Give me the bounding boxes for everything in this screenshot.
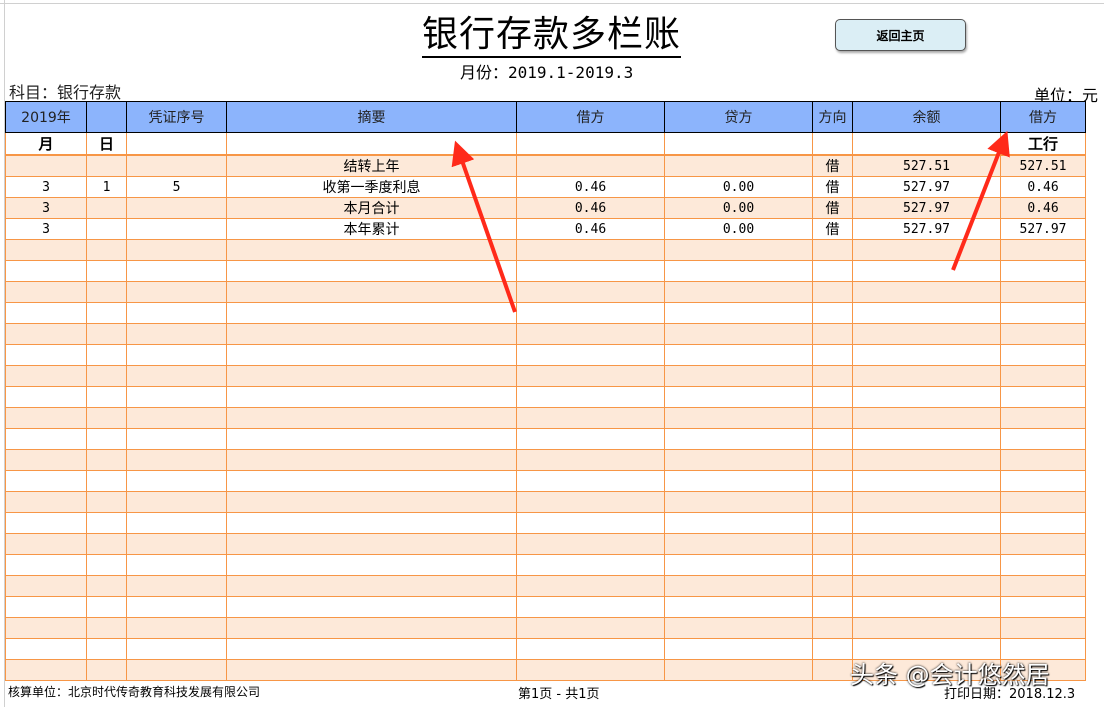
red-arrow-icon bbox=[951, 130, 1010, 271]
annotation-arrows bbox=[451, 130, 1010, 313]
red-arrow-icon bbox=[451, 140, 517, 313]
